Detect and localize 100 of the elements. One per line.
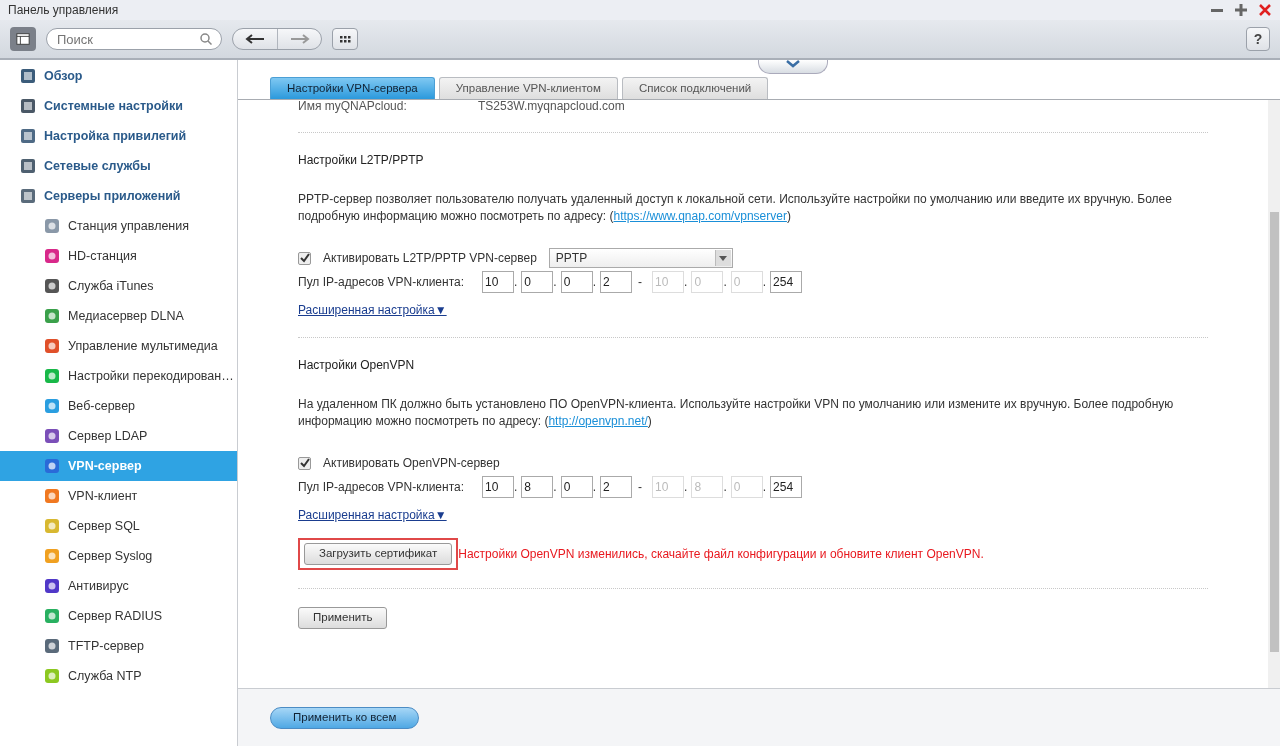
sidebar-item[interactable]: VPN-клиент [0,481,237,511]
upload-certificate-button[interactable]: Загрузить сертификат [304,543,453,565]
chevron-down-icon [785,60,801,68]
sidebar-item[interactable]: Управление мультимедиа [0,331,237,361]
app-icon [44,248,60,264]
ip-separator: . [592,479,597,496]
arrow-left-icon [245,34,265,44]
search-field[interactable]: Поиск [46,28,222,50]
ip-octet-field[interactable]: 254 [770,271,803,293]
section-icon [20,98,36,114]
apply-all-button[interactable]: Применить ко всем [270,706,420,729]
app-icon [44,488,60,504]
sidebar-toggle-button[interactable] [10,27,36,51]
sidebar-item[interactable]: Серверы приложений [0,181,237,211]
link[interactable]: https://www.qnap.com/vpnserver [613,209,787,223]
app-icon [44,338,60,354]
field-value: TS253W.myqnapcloud.com [478,100,625,114]
sidebar-item[interactable]: TFTP-сервер [0,631,237,661]
checkbox[interactable] [298,456,311,470]
description-text: На удаленном ПК должно быть установлено ПО OpenVPN-клиента. Используйте настройки VPN по умолчанию или измените их вручную. Более подробную информацию можно посмотреть по адресу: (http://openvpn.net/) [298,396,1175,430]
ip-separator: . [592,274,597,291]
advanced-settings-link[interactable]: Расширенная настройка▼ [298,301,447,319]
link[interactable]: http://openvpn.net/ [548,414,648,428]
app-icon [44,278,60,294]
warning-text: Настройки OpenVPN изменились, скачайте файл конфигурации и обновите клиент OpenVPN. [458,546,984,563]
ip-separator: . [684,274,688,291]
tab[interactable]: Настройки VPN-сервера [270,77,435,99]
help-button[interactable]: ? [1246,27,1270,51]
apply-button[interactable]: Применить [298,607,388,629]
caret-icon [719,255,728,261]
sidebar-item[interactable]: Настройка привилегий [0,121,237,151]
sidebar-item[interactable]: Веб-сервер [0,391,237,421]
window-title: Панель управления [8,2,119,19]
app-icon [44,308,60,324]
field-label: Имя myQNAPcloud: [298,100,408,114]
ip-octet-field[interactable]: 2 [600,476,633,498]
ip-separator: . [762,274,767,291]
ip-separator: . [684,479,688,496]
tab[interactable]: Список подключений [621,77,769,99]
ip-octet-field[interactable]: 8 [521,476,554,498]
range-separator: - [638,274,643,291]
section-icon [20,68,36,84]
sidebar-item[interactable]: Медиасервер DLNA [0,301,237,331]
range-separator: - [638,479,643,496]
ip-separator: . [723,479,727,496]
sidebar-item[interactable]: Сервер Syslog [0,541,237,571]
sidebar-item[interactable]: HD-станция [0,241,237,271]
section-title: Настройки OpenVPN [298,357,416,374]
ip-octet-field[interactable]: 0 [521,271,554,293]
app-icon [44,428,60,444]
sidebar-item[interactable]: Системные настройки [0,91,237,121]
app-icon [44,218,60,234]
sidebar-item[interactable]: Сервер RADIUS [0,601,237,631]
ip-octet-field[interactable]: 0 [560,271,593,293]
tab[interactable]: Управление VPN-клиентом [438,77,618,99]
sidebar-item[interactable]: Настройки перекодирован… [0,361,237,391]
section-title: Настройки L2TP/PPTP [298,152,425,169]
arrow-right-icon [289,34,310,44]
sidebar-item[interactable]: Сервер LDAP [0,421,237,451]
field-label: Пул IP-адресов VPN-клиента: [298,274,465,291]
sidebar-item[interactable]: Станция управления [0,211,237,241]
scrollbar[interactable] [1268,100,1280,688]
app-icon [44,608,60,624]
checkbox[interactable] [298,251,311,265]
section-icon [20,128,36,144]
app-icon [44,458,60,474]
app-icon [44,368,60,384]
maximize-icon[interactable] [1234,3,1248,17]
section-icon [20,158,36,174]
checkbox-label: Активировать OpenVPN-сервер [323,455,500,472]
ip-octet-field[interactable]: 10 [482,476,514,498]
ip-octet-field[interactable]: 0 [560,476,593,498]
ip-separator: . [553,479,557,496]
app-icon [44,518,60,534]
section-icon [20,188,36,204]
ip-separator: . [514,274,518,291]
sidebar-item[interactable]: Сервер SQL [0,511,237,541]
field-label: Пул IP-адресов VPN-клиента: [298,479,465,496]
app-icon [44,638,60,654]
sidebar-item[interactable]: Служба iTunes [0,271,237,301]
advanced-settings-link[interactable]: Расширенная настройка▼ [298,506,447,524]
app-icon [44,668,60,684]
ip-separator: . [553,274,557,291]
app-icon [44,398,60,414]
close-icon[interactable] [1258,3,1272,17]
ip-octet-field[interactable]: 254 [770,476,803,498]
collapse-handle[interactable] [758,60,828,74]
sidebar-item[interactable]: Сетевые службы [0,151,237,181]
sidebar-item[interactable]: Антивирус [0,571,237,601]
sidebar-item[interactable]: Служба NTP [0,661,237,691]
ip-octet-field[interactable]: 10 [482,271,514,293]
grid-icon [338,35,352,43]
protocol-dropdown[interactable]: PPTP [548,248,733,268]
sidebar-item[interactable]: Обзор [0,61,237,91]
ip-octet-field[interactable]: 2 [600,271,633,293]
ip-separator: . [762,479,767,496]
checkbox-label: Активировать L2TP/PPTP VPN-сервер [323,250,537,267]
panel-icon [16,32,30,46]
apps-button[interactable] [332,28,358,50]
search-icon [200,33,212,45]
